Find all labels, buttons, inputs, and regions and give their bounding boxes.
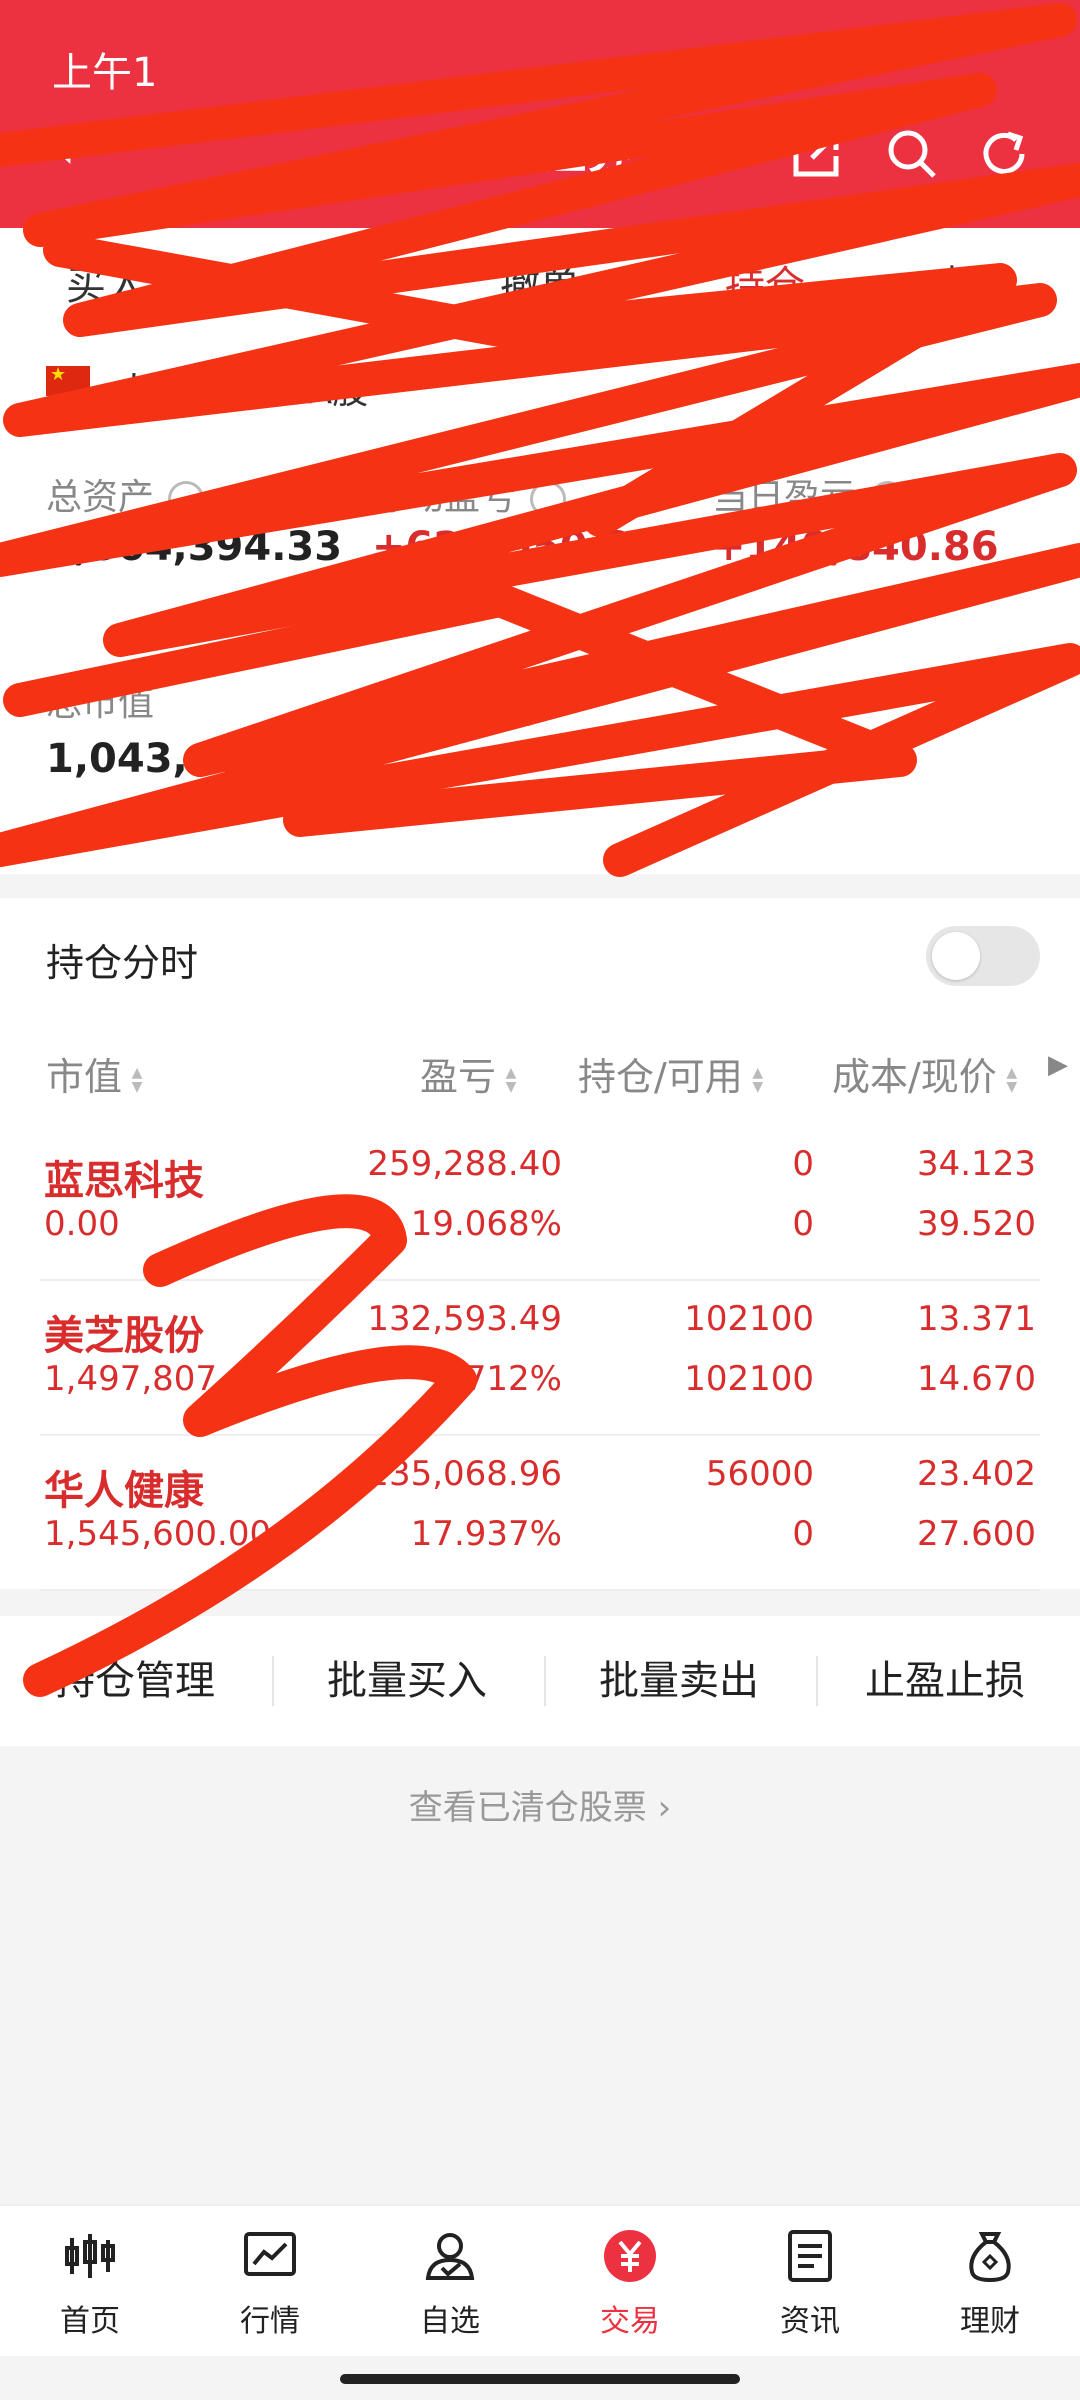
candlestick-icon xyxy=(65,2234,115,2278)
holdings-actions: 持仓管理 批量买入 批量卖出 止盈止损 xyxy=(0,1616,1080,1746)
document-icon xyxy=(788,2230,832,2282)
nav-label: 理财 xyxy=(960,2304,1020,2339)
chart-icon xyxy=(244,2232,296,2276)
active-tab-indicator xyxy=(665,336,865,342)
available-qty: 102100 xyxy=(684,1359,814,1399)
tab-query[interactable]: 查询 xyxy=(872,228,1072,344)
nav-label: 行情 xyxy=(240,2304,300,2339)
stock-name: 美芝股份 xyxy=(44,1313,204,1359)
stock-name: 蓝思科技 xyxy=(44,1158,204,1204)
tab-buy[interactable]: 买入 xyxy=(6,228,206,344)
daily-pl-label: 当日盈亏 xyxy=(712,468,907,520)
current-price: 27.600 xyxy=(917,1514,1036,1554)
position-qty: 102100 xyxy=(684,1299,814,1339)
market-value: 1,497,807.00 xyxy=(44,1359,272,1399)
moneybag-icon xyxy=(969,2232,1011,2283)
transfer-button[interactable]: 转账 xyxy=(454,682,531,726)
cost-price: 34.123 xyxy=(917,1144,1036,1184)
column-header-market-value[interactable]: 市值 ▲ ▼ xyxy=(46,1046,146,1101)
sort-icon: ▲ ▼ xyxy=(1006,1064,1018,1095)
nav-market[interactable]: 行情 xyxy=(180,2206,360,2356)
search-icon[interactable] xyxy=(886,128,938,180)
cost-price: 13.371 xyxy=(917,1299,1036,1339)
take-profit-stop-loss-button[interactable]: 止盈止损 xyxy=(810,1616,1080,1746)
app-header: 上午1 ✈ ≋ ▭ ‹ 财信证券 xyxy=(0,0,1080,228)
account-summary: ★ 人民币账户 A股 总资产 1,664,394.33 浮动盈亏 +626,95… xyxy=(0,344,1080,874)
nav-label: 首页 xyxy=(60,2304,120,2339)
cost-price: 23.402 xyxy=(917,1454,1036,1494)
tab-holdings[interactable]: 持仓 xyxy=(665,228,865,344)
more-columns-icon[interactable]: ▶ xyxy=(1048,1050,1068,1080)
table-row[interactable]: 蓝思科技 0.00 259,288.40 19.068% 0 0 34.123 … xyxy=(40,1124,1040,1281)
info-icon[interactable] xyxy=(530,481,567,517)
batch-buy-button[interactable]: 批量买入 xyxy=(272,1616,542,1746)
profit-loss: 235,068.96 xyxy=(367,1454,562,1494)
toggle-label: 持仓分时 xyxy=(46,941,199,985)
column-header-position[interactable]: 持仓/可用 ▲ ▼ xyxy=(578,1046,767,1101)
nav-trade[interactable]: 交易 xyxy=(540,2206,720,2356)
market-value: 1,545,600.00 xyxy=(44,1514,272,1554)
person-icon xyxy=(425,2233,475,2280)
refresh-icon[interactable] xyxy=(978,128,1030,180)
sort-icon: ▲ ▼ xyxy=(752,1064,764,1095)
sort-icon: ▲ ▼ xyxy=(505,1064,517,1095)
stock-name: 华人健康 xyxy=(44,1468,204,1514)
info-icon[interactable] xyxy=(168,481,205,517)
sort-icon: ▲ ▼ xyxy=(131,1064,143,1095)
position-qty: 56000 xyxy=(705,1454,814,1494)
floating-pl-value: +626,950.85 xyxy=(372,524,659,570)
table-row[interactable]: 美芝股份 1,497,807.00 132,593.49 9.712% 1021… xyxy=(40,1279,1040,1436)
info-icon[interactable] xyxy=(870,481,907,517)
cleared-stocks-link[interactable]: 查看已清仓股票 › xyxy=(0,1780,1080,1829)
tab-sell[interactable]: 卖出 xyxy=(230,228,430,344)
profit-loss-percent: 19.068% xyxy=(410,1204,562,1244)
position-timeshare-row: 持仓分时 xyxy=(0,898,1080,1016)
nav-label: 交易 xyxy=(600,2304,660,2339)
trade-tabs: 买入 卖出 撤单 持仓 查询 xyxy=(0,228,1080,346)
market-value-value: 1,043,407.00 xyxy=(46,736,343,782)
nav-label: 资讯 xyxy=(780,2304,840,2339)
position-timeshare-toggle[interactable] xyxy=(926,926,1040,986)
market-value: 0.00 xyxy=(44,1204,120,1244)
account-type[interactable]: 人民币账户 A股 xyxy=(116,362,368,414)
profit-loss: 132,593.49 xyxy=(367,1299,562,1339)
column-header-pl[interactable]: 盈亏 ▲ ▼ xyxy=(420,1046,520,1101)
total-assets-value: 1,664,394.33 xyxy=(46,524,343,570)
nav-news[interactable]: 资讯 xyxy=(720,2206,900,2356)
column-header-cost-price[interactable]: 成本/现价 ▲ ▼ xyxy=(832,1046,1021,1101)
holdings-table-header: 市值 ▲ ▼ 盈亏 ▲ ▼ 持仓/可用 ▲ ▼ 成本/现价 ▲ ▼ ▶ xyxy=(0,1014,1080,1126)
daily-pl-value: +140,840.86 xyxy=(712,524,999,570)
nav-wealth[interactable]: 理财 xyxy=(900,2206,1080,2356)
status-time: 上午1 xyxy=(52,50,158,96)
tab-cancel[interactable]: 撤单 xyxy=(440,228,640,344)
bottom-nav: 首页 行情 自选 交易 资讯 理财 xyxy=(0,2204,1080,2356)
status-icons: ✈ ≋ ▭ xyxy=(655,46,840,84)
toggle-knob xyxy=(932,932,980,980)
table-row[interactable]: 华人健康 1,545,600.00 235,068.96 17.937% 560… xyxy=(40,1434,1040,1591)
current-price: 39.520 xyxy=(917,1204,1036,1244)
home-indicator[interactable] xyxy=(340,2374,740,2384)
profit-loss: 259,288.40 xyxy=(367,1144,562,1184)
china-flag-icon: ★ xyxy=(46,364,90,396)
nav-watchlist[interactable]: 自选 xyxy=(360,2206,540,2356)
position-management-button[interactable]: 持仓管理 xyxy=(0,1616,270,1746)
available-qty: 0 xyxy=(792,1514,814,1554)
profit-loss-percent: 17.937% xyxy=(410,1514,562,1554)
yuan-icon xyxy=(604,2230,656,2282)
nav-home[interactable]: 首页 xyxy=(0,2206,180,2356)
available-qty: 0 xyxy=(792,1204,814,1244)
profit-loss-percent: 9.712% xyxy=(432,1359,562,1399)
holdings-list: 蓝思科技 0.00 259,288.40 19.068% 0 0 34.123 … xyxy=(0,1124,1080,1591)
chevron-right-icon: › xyxy=(657,1788,672,1828)
market-value-label: 总市值 xyxy=(46,683,155,724)
current-price: 14.670 xyxy=(917,1359,1036,1399)
floating-pl-label: 浮动盈亏 xyxy=(372,468,567,520)
available-label: 可用 转账 xyxy=(372,674,531,726)
share-icon[interactable] xyxy=(790,128,842,180)
position-qty: 0 xyxy=(792,1144,814,1184)
total-assets-label: 总资产 xyxy=(46,468,205,520)
batch-sell-button[interactable]: 批量卖出 xyxy=(544,1616,814,1746)
nav-label: 自选 xyxy=(420,2304,480,2339)
